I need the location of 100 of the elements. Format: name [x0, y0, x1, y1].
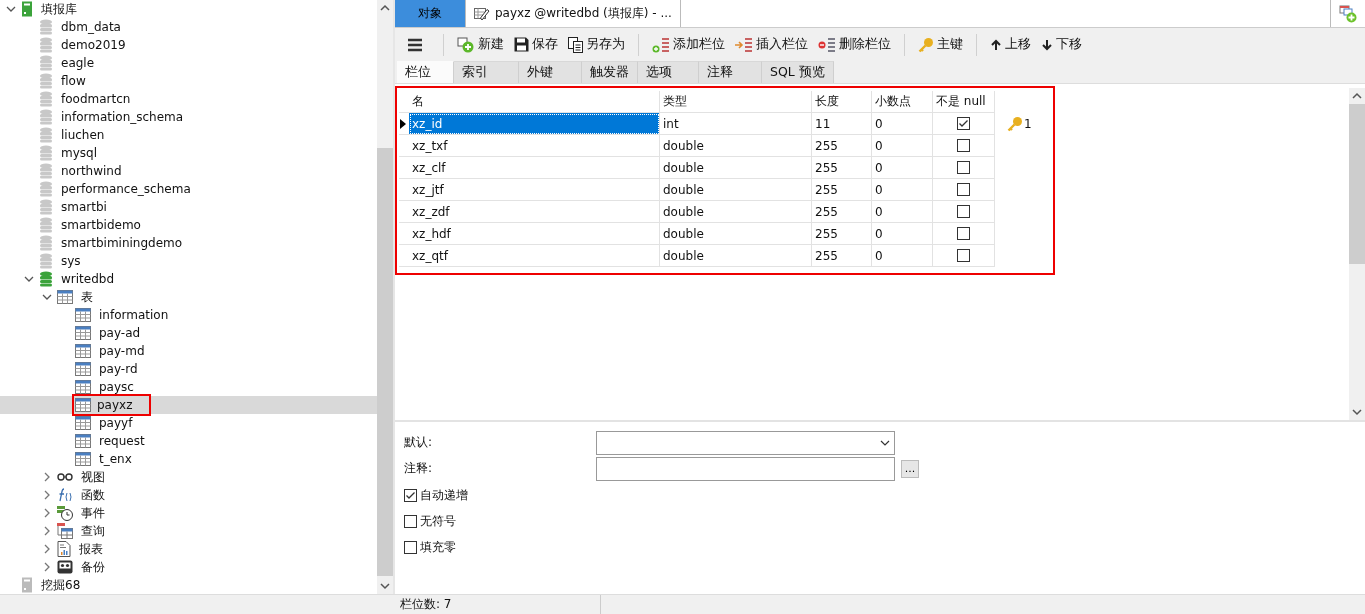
table-cell[interactable]: int — [663, 116, 679, 131]
tree-item[interactable]: request — [97, 433, 147, 449]
table-cell[interactable]: 0 — [875, 116, 883, 131]
table-cell[interactable]: 0 — [875, 138, 883, 153]
tree-item[interactable]: 函数 — [79, 487, 107, 503]
chevron-icon[interactable] — [42, 472, 52, 482]
toolbar-button[interactable]: 下移 — [1038, 34, 1085, 55]
table-cell[interactable]: double — [663, 138, 704, 153]
toolbar-button[interactable]: 插入栏位 — [732, 34, 811, 55]
chevron-icon[interactable] — [42, 526, 52, 536]
scrollbar[interactable] — [377, 0, 393, 594]
tab[interactable]: 栏位 — [397, 61, 454, 83]
column-header[interactable]: 类型 — [660, 91, 812, 113]
scrollbar[interactable] — [1349, 88, 1365, 420]
chevron-icon[interactable] — [42, 562, 52, 572]
default-dropdown[interactable] — [596, 430, 895, 455]
tab[interactable]: 触发器 — [582, 61, 638, 83]
tab[interactable]: SQL 预览 — [762, 61, 834, 83]
tree-item[interactable]: northwind — [59, 163, 124, 179]
table-cell[interactable]: xz_zdf — [409, 201, 660, 223]
tree-item[interactable]: performance_schema — [59, 181, 193, 197]
toolbar-button[interactable]: 另存为 — [565, 34, 628, 55]
tree-item[interactable]: information — [97, 307, 171, 323]
tree-item[interactable]: smartbiminingdemo — [59, 235, 185, 251]
column-header[interactable]: 小数点 — [872, 91, 933, 113]
table-cell[interactable]: 255 — [815, 160, 838, 175]
table-cell[interactable]: 0 — [875, 248, 883, 263]
tree-item[interactable]: 报表 — [77, 541, 105, 557]
checkbox[interactable] — [957, 139, 970, 152]
table-cell[interactable]: double — [663, 226, 704, 241]
chevron-icon[interactable] — [24, 274, 34, 284]
checkbox[interactable] — [957, 117, 970, 130]
chevron-icon[interactable] — [42, 490, 52, 500]
tree-item[interactable]: flow — [59, 73, 88, 89]
tree-item[interactable]: paysc — [97, 379, 136, 395]
toolbar-button[interactable]: 新建 — [454, 34, 507, 55]
tree-item[interactable]: sys — [59, 253, 83, 269]
menu-icon[interactable] — [407, 37, 423, 52]
table-cell[interactable]: 255 — [815, 182, 838, 197]
table-cell[interactable]: xz_hdf — [409, 223, 660, 245]
checkbox[interactable] — [957, 249, 970, 262]
checkbox[interactable] — [957, 227, 970, 240]
tab[interactable]: 注释 — [699, 61, 762, 83]
tree-item[interactable]: writedbd — [59, 271, 117, 287]
table-cell[interactable]: double — [663, 160, 704, 175]
tree-item[interactable]: payyf — [97, 415, 135, 431]
table-cell[interactable]: xz_txf — [409, 135, 660, 157]
checkbox[interactable] — [404, 488, 417, 502]
checkbox[interactable] — [404, 540, 417, 554]
tree-item[interactable]: smartbidemo — [59, 217, 143, 233]
chevron-icon[interactable] — [42, 544, 52, 554]
tree-item[interactable]: payxz — [75, 397, 149, 413]
table-cell[interactable]: 255 — [815, 248, 838, 263]
tree-item[interactable]: demo2019 — [59, 37, 128, 53]
column-header[interactable]: 名 — [409, 91, 660, 113]
add-table-icon[interactable] — [1339, 4, 1357, 23]
tree-item[interactable]: pay-ad — [97, 325, 143, 341]
tree-item[interactable]: liuchen — [59, 127, 107, 143]
chevron-icon[interactable] — [42, 292, 52, 302]
table-cell[interactable]: 11 — [815, 116, 831, 131]
tree-item[interactable]: pay-md — [97, 343, 147, 359]
toolbar-button[interactable]: 上移 — [987, 34, 1034, 55]
tree-item[interactable]: 挖掘68 — [39, 577, 83, 593]
toolbar-button[interactable]: 添加栏位 — [649, 34, 728, 55]
browse-button[interactable]: ... — [901, 459, 919, 478]
table-cell[interactable]: xz_jtf — [409, 179, 660, 201]
tree-item[interactable]: information_schema — [59, 109, 186, 125]
comment-field[interactable] — [596, 456, 895, 481]
checkbox[interactable] — [957, 205, 970, 218]
tree-item[interactable]: eagle — [59, 55, 97, 71]
tree-item[interactable]: 查询 — [79, 523, 107, 539]
chevron-icon[interactable] — [6, 4, 16, 14]
table-cell[interactable]: 0 — [875, 226, 883, 241]
tree-item[interactable]: foodmartcn — [59, 91, 133, 107]
tree-item[interactable]: smartbi — [59, 199, 109, 215]
column-header[interactable]: 长度 — [812, 91, 872, 113]
table-cell[interactable]: xz_id — [409, 113, 660, 135]
table-cell[interactable]: xz_clf — [409, 157, 660, 179]
table-cell[interactable]: 0 — [875, 182, 883, 197]
tree-item[interactable]: 表 — [79, 289, 95, 305]
table-cell[interactable]: double — [663, 248, 704, 263]
table-cell[interactable]: double — [663, 182, 704, 197]
tree-item[interactable]: pay-rd — [97, 361, 140, 377]
tree-item[interactable]: 事件 — [79, 505, 107, 521]
tree-item[interactable]: dbm_data — [59, 19, 123, 35]
tree-item[interactable]: 备份 — [79, 559, 107, 575]
table-cell[interactable]: double — [663, 204, 704, 219]
table-cell[interactable]: xz_qtf — [409, 245, 660, 267]
column-header[interactable]: 不是 null — [933, 91, 995, 113]
tab[interactable]: 对象 — [395, 0, 466, 27]
tree-item[interactable]: mysql — [59, 145, 99, 161]
tree-item[interactable]: t_enx — [97, 451, 134, 467]
table-cell[interactable]: 255 — [815, 138, 838, 153]
toolbar-button[interactable]: 主键 — [915, 34, 966, 55]
toolbar-button[interactable]: 删除栏位 — [815, 34, 894, 55]
tree-item[interactable]: 视图 — [79, 469, 107, 485]
toolbar-button[interactable]: 保存 — [511, 34, 561, 55]
tree-item[interactable]: 填报库 — [39, 1, 79, 17]
checkbox[interactable] — [957, 183, 970, 196]
table-cell[interactable]: 255 — [815, 226, 838, 241]
